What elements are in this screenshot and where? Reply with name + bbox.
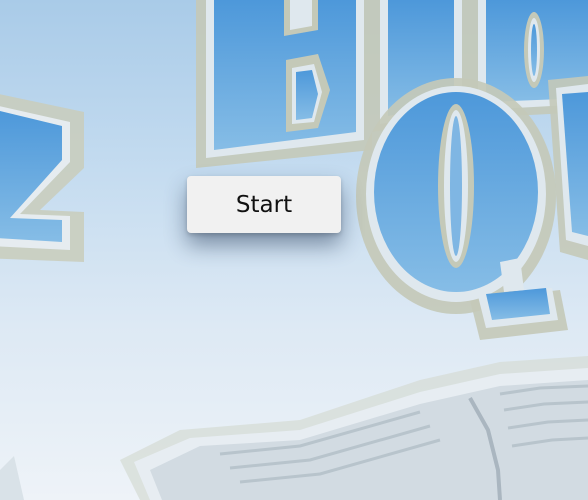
logo-letter-z [0, 94, 84, 262]
logo-letter-q [356, 78, 568, 340]
quiz-logo-background [0, 0, 588, 500]
start-button[interactable]: Start [187, 176, 341, 233]
bible-quiz-logo-artwork [0, 0, 588, 500]
logo-letter-u [548, 76, 588, 260]
logo-letter-b [196, 0, 372, 168]
open-book-artwork [0, 356, 588, 500]
